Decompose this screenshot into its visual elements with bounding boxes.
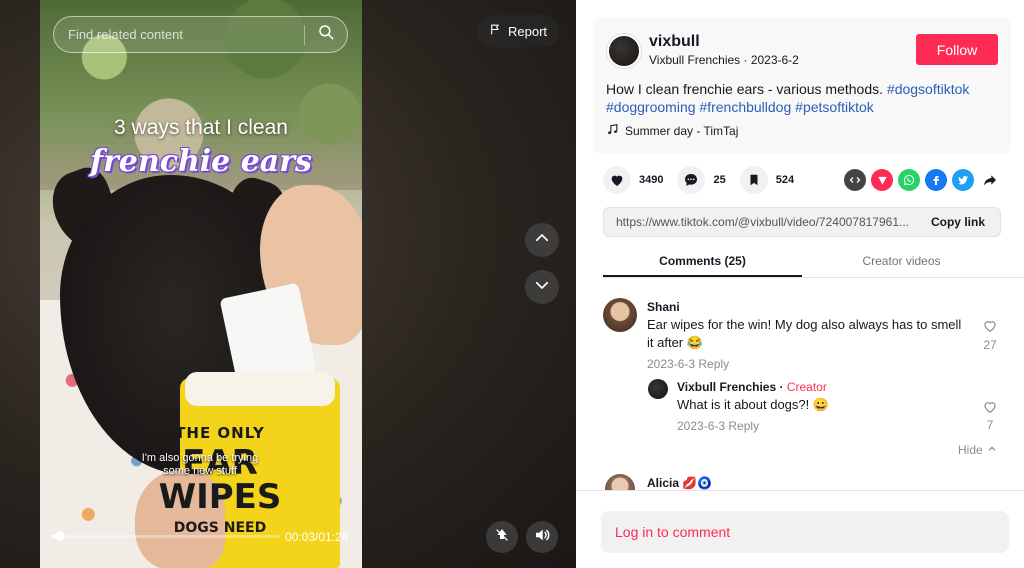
heart-outline-icon (982, 402, 998, 419)
hide-label: Hide (958, 443, 983, 457)
twitter-icon[interactable] (952, 169, 974, 191)
comment-meta: 2023-6-3 Reply (647, 357, 729, 371)
music-info[interactable]: Summer day - TimTaj (606, 123, 738, 139)
like-count: 3490 (639, 174, 664, 186)
volume-button[interactable] (526, 521, 558, 553)
save-count: 524 (775, 174, 795, 186)
author-username[interactable]: vixbull (649, 33, 700, 51)
panel-tabs: Comments (25) Creator videos (603, 244, 1024, 278)
search-bar (53, 16, 348, 53)
share-arrow-icon[interactable] (979, 169, 1001, 191)
description-text: How I clean frenchie ears - various meth… (606, 81, 884, 97)
comment-date: 2023-6-3 (647, 357, 696, 371)
reply-date: 2023-6-3 (677, 419, 726, 433)
jar-label-line3: WIPES (158, 477, 282, 517)
whatsapp-icon[interactable] (898, 169, 920, 191)
follow-button[interactable]: Follow (916, 34, 998, 65)
comment-reply-button[interactable]: Reply (698, 357, 729, 371)
jar-label-line4: DOGS NEED (173, 520, 267, 536)
video-player-area: THE ONLY EAR WIPES DOGS NEED 3 ways that… (0, 0, 576, 568)
save-button[interactable]: 524 (739, 166, 795, 194)
video-caption: 3 ways that I clean (114, 116, 288, 139)
chevron-up-icon (987, 443, 997, 457)
music-title: Summer day - TimTaj (625, 124, 739, 138)
floating-player-button[interactable] (486, 521, 518, 553)
floating-player-off-icon (494, 527, 510, 548)
comment-like-count: 27 (983, 338, 997, 352)
hashtag-petsoftiktok[interactable]: #petsoftiktok (795, 99, 874, 115)
facebook-icon[interactable] (925, 169, 947, 191)
comment-count: 25 (713, 174, 726, 186)
creator-badge: Creator (786, 380, 827, 394)
volume-icon (533, 526, 551, 549)
video-link-box: https://www.tiktok.com/@vixbull/video/72… (603, 207, 1001, 237)
hide-replies-button[interactable]: Hide (958, 443, 997, 457)
comment-avatar[interactable] (603, 298, 637, 332)
video-description: How I clean frenchie ears - various meth… (606, 80, 1001, 116)
video-time: 00:03/01:26 (285, 530, 349, 544)
comment-like-button[interactable] (980, 318, 1000, 339)
bookmark-icon (739, 166, 768, 194)
reply-meta: 2023-6-3 Reply (677, 419, 759, 433)
search-icon (317, 23, 335, 46)
video-link-text[interactable]: https://www.tiktok.com/@vixbull/video/72… (604, 215, 916, 229)
comment-text: Ear wipes for the win! My dog also alway… (647, 317, 962, 350)
chevron-up-icon (533, 229, 551, 252)
copy-link-button[interactable]: Copy link (916, 215, 1000, 229)
video-caption-script: frenchie ears (90, 144, 312, 179)
hashtag-dogsoftiktok[interactable]: #dogsoftiktok (887, 81, 970, 97)
heart-outline-icon (982, 321, 998, 338)
reply-avatar[interactable] (648, 379, 668, 399)
music-note-icon (606, 123, 619, 139)
action-row: 3490 25 524 (603, 166, 808, 194)
reply-reply-button[interactable]: Reply (728, 419, 759, 433)
send-icon[interactable] (871, 169, 893, 191)
video-progress-track[interactable] (52, 535, 280, 538)
jar-label-line1: THE ONLY (175, 424, 265, 442)
video-info-card: vixbull Vixbull Frenchies · 2023-6-2 Fol… (593, 18, 1011, 154)
search-input[interactable] (54, 17, 304, 52)
reply-like-button[interactable] (980, 399, 1000, 420)
like-button[interactable]: 3490 (603, 166, 663, 194)
tab-creator-videos[interactable]: Creator videos (802, 244, 1001, 277)
reply-author: Vixbull Frenchies · Creator (677, 380, 827, 394)
next-video-button[interactable] (525, 270, 559, 304)
reply-author-separator: · (776, 380, 787, 394)
reply-author-name[interactable]: Vixbull Frenchies (677, 380, 776, 394)
app-root: THE ONLY EAR WIPES DOGS NEED 3 ways that… (0, 0, 1024, 568)
author-avatar[interactable] (607, 34, 641, 68)
comment-author[interactable]: Alicia 💋🧿 (647, 476, 712, 490)
flag-icon (489, 23, 502, 39)
hashtag-frenchbulldog[interactable]: #frenchbulldog (699, 99, 791, 115)
jar-lid (185, 372, 335, 406)
comment-author[interactable]: Shani (647, 300, 680, 314)
comment-button[interactable]: 25 (677, 166, 726, 194)
report-button[interactable]: Report (477, 15, 559, 47)
comment-avatar[interactable] (605, 474, 635, 490)
hashtag-doggrooming[interactable]: #doggrooming (606, 99, 696, 115)
comment-icon (677, 166, 706, 194)
details-panel: vixbull Vixbull Frenchies · 2023-6-2 Fol… (576, 0, 1024, 568)
comments-list: Shani Ear wipes for the win! My dog also… (576, 278, 1024, 490)
chevron-down-icon (533, 276, 551, 299)
heart-icon (603, 166, 631, 194)
video-progress-handle[interactable] (55, 531, 65, 541)
tab-comments[interactable]: Comments (25) (603, 244, 802, 277)
previous-video-button[interactable] (525, 223, 559, 257)
video-subtitle: I'm also gonna be trying some new stuff (141, 452, 259, 477)
share-row (844, 169, 1001, 191)
embed-icon[interactable] (844, 169, 866, 191)
report-label: Report (507, 23, 548, 39)
author-nickname-date: Vixbull Frenchies · 2023-6-2 (649, 53, 799, 67)
search-button[interactable] (305, 17, 347, 52)
reply-like-count: 7 (986, 418, 994, 432)
login-to-comment-button[interactable]: Log in to comment (601, 511, 1009, 553)
reply-text: What is it about dogs?! 😀 (677, 397, 830, 412)
comment-login-bar: Log in to comment (576, 490, 1024, 568)
